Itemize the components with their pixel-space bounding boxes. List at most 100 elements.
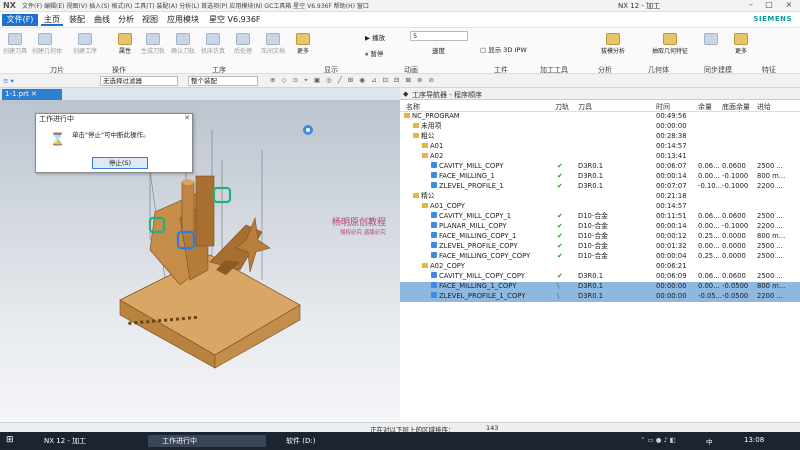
tree-row[interactable]: A02_COPY 00:06:21 [400, 262, 800, 272]
cell-floor: -0.1000 [722, 182, 749, 190]
pause-button[interactable]: ⏸ 暂停 [365, 48, 383, 59]
verify-toolpath-button[interactable]: 确认刀轨 [170, 31, 196, 63]
extract-features-button[interactable]: 抽取几何特征 [648, 31, 692, 63]
more-button[interactable]: 更多 [290, 31, 316, 63]
watermark-subtitle: 侵权必究 盗版必究 [340, 230, 386, 236]
cell-tool: D3R0.1 [578, 292, 604, 300]
collapse-icon[interactable]: ◆ [403, 90, 408, 98]
col-feed[interactable]: 进给 [757, 102, 771, 112]
tree-row[interactable]: A01 00:14:57 [400, 142, 800, 152]
col-time[interactable]: 时间 [656, 102, 670, 112]
close-icon[interactable]: × [782, 0, 796, 12]
create-operation-button[interactable]: 创建工序 [72, 31, 98, 63]
tab-curve[interactable]: 曲线 [91, 14, 113, 26]
operation-icon [431, 292, 437, 298]
operation-row[interactable]: FACE_MILLING_COPY_COPY ✔ D10-合金 00:00:04 0.2… [400, 252, 800, 262]
play-button[interactable]: ▶ 播放 [365, 32, 385, 42]
operation-icon [431, 172, 437, 178]
dialog-close-icon[interactable]: ✕ [184, 114, 190, 122]
row-name: FACE_MILLING_1_COPY [439, 282, 517, 290]
cell-stock: 0.06... [698, 162, 720, 170]
tree-row[interactable]: A02 00:13:41 [400, 152, 800, 162]
operation-row[interactable]: FACE_MILLING_COPY_1 ✔ D10-合金 00:00:12 0.25..… [400, 232, 800, 242]
tree-row[interactable]: NC_PROGRAM 00:49:56 [400, 112, 800, 122]
more-icon [296, 33, 310, 45]
create-tool-button[interactable]: 创建刀具 [2, 31, 28, 63]
cell-tool: D3R0.1 [578, 282, 604, 290]
row-name: NC_PROGRAM [412, 112, 460, 120]
sync-model-button[interactable] [698, 31, 724, 63]
col-tool[interactable]: 刀具 [578, 102, 592, 112]
taskbar-item-progress[interactable]: 工作进行中 [148, 435, 266, 447]
generate-toolpath-button[interactable]: 生成刀轨 [140, 31, 166, 63]
cell-time: 00:06:09 [656, 272, 687, 280]
row-name: 未用项 [421, 122, 442, 130]
cell-feed: 800 m... [757, 172, 786, 180]
cell-time: 00:49:56 [656, 112, 687, 120]
operation-row[interactable]: CAVITY_MILL_COPY_1 ✔ D10-合金 00:11:51 0.06...… [400, 212, 800, 222]
row-name: FACE_MILLING_COPY_COPY [439, 252, 531, 260]
cell-time: 00:11:51 [656, 212, 687, 220]
postprocess-button[interactable]: 后处理 [230, 31, 256, 63]
menu-icon[interactable]: ≡ ▾ [3, 77, 14, 85]
tree-row[interactable]: 未用项 00:00:00 [400, 122, 800, 132]
operation-row[interactable]: FACE_MILLING_1_COPY \ D3R0.1 00:00:00 0.00..… [400, 282, 800, 292]
stop-button[interactable]: 停止(S) [92, 157, 148, 169]
operation-icon [431, 242, 437, 248]
row-name: PLANAR_MILL_COPY [439, 222, 507, 230]
operation-row[interactable]: ZLEVEL_PROFILE_1_COPY \ D3R0.1 00:00:00 -0.0… [400, 292, 800, 302]
col-name[interactable]: 名称 [406, 102, 420, 112]
cell-floor: 0.0600 [722, 212, 746, 220]
maximize-icon[interactable]: □ [762, 0, 776, 12]
dialog-title: 工作进行中 [36, 114, 192, 125]
minimize-icon[interactable]: – [744, 0, 758, 12]
quick-access-menu[interactable]: 文件(F) 编辑(E) 视图(V) 插入(S) 格式(R) 工具(T) 装配(A… [22, 1, 369, 10]
filter-dropdown[interactable]: 无选择过滤器 [100, 76, 178, 86]
tab-part-file[interactable]: 1-1.prt ✕ [2, 89, 62, 100]
tab-home[interactable]: 主页 [41, 14, 63, 26]
taskbar-item-drive[interactable]: 软件 (D:) [272, 435, 352, 447]
col-toolpath[interactable]: 刀轨 [555, 102, 569, 112]
cell-stock: 0.06... [698, 272, 720, 280]
snap-icons[interactable]: ⊕ ◇ ⊙ ⌖ ▣ ◎ ╱ ⊞ ◉ ⊿ ⊡ ⊟ ⊠ ⊛ ⊘ [270, 76, 436, 85]
tab-xingkong[interactable]: 星空 V6.936F [206, 14, 264, 26]
operation-row[interactable]: CAVITY_MILL_COPY_COPY ✔ D3R0.1 00:06:09 0.06… [400, 272, 800, 282]
create-geometry-button[interactable]: 创建几何体 [32, 31, 62, 63]
properties-button[interactable]: 属性 [112, 31, 138, 63]
assembly-dropdown[interactable]: 整个装配 [188, 76, 258, 86]
operation-row[interactable]: FACE_MILLING_1 ✔ D3R0.1 00:00:14 0.00... -0.1… [400, 172, 800, 182]
speed-input[interactable]: 5 [410, 31, 468, 41]
dialog-message: 单击"停止"可中断此操作。 [72, 131, 150, 139]
start-icon[interactable]: ⊞ [6, 435, 14, 445]
cell-time: 00:00:00 [656, 122, 687, 130]
show-3d-ipw-button[interactable]: ▢ 显示 3D IPW [480, 44, 527, 54]
col-stock[interactable]: 余量 [698, 102, 712, 112]
operation-row[interactable]: ZLEVEL_PROFILE_1 ✔ D3R0.1 00:07:07 -0.10... -… [400, 182, 800, 192]
file-menu-button[interactable]: 文件(F) [2, 14, 38, 26]
shop-doc-button[interactable]: 车间文档 [260, 31, 286, 63]
tab-analysis[interactable]: 分析 [115, 14, 137, 26]
taskbar-item-nx[interactable]: NX 12 - 加工 [30, 435, 136, 447]
operation-icon [431, 182, 437, 188]
tree-row[interactable]: 粗公 00:28:38 [400, 132, 800, 142]
operation-row[interactable]: CAVITY_MILL_COPY ✔ D3R0.1 00:06:07 0.06... 0.… [400, 162, 800, 172]
navigator-title: 工序导航器 - 程序顺序 [412, 91, 482, 99]
tray-icons[interactable]: ⌃ ▭ ● ♪ ◧ [640, 436, 676, 444]
ime-indicator[interactable]: 中 [706, 436, 713, 446]
more-features-button[interactable]: 更多 [728, 31, 754, 63]
operation-row[interactable]: PLANAR_MILL_COPY ✔ D10-合金 00:00:14 0.00... -0… [400, 222, 800, 232]
ribbon: 创建刀具 创建几何体 创建工序 属性 生成刀轨 确认刀轨 机床仿真 后处理 车间… [0, 28, 800, 74]
cell-chk: \ [557, 292, 560, 300]
cell-time: 00:01:32 [656, 242, 687, 250]
col-floor-stock[interactable]: 底面余量 [722, 102, 750, 112]
draft-analysis-button[interactable]: 拔模分析 [596, 31, 630, 63]
tab-application[interactable]: 应用模块 [164, 14, 202, 26]
machine-sim-button[interactable]: 机床仿真 [200, 31, 226, 63]
tree-row[interactable]: 精公 00:21:18 [400, 192, 800, 202]
tab-assembly[interactable]: 装配 [66, 14, 88, 26]
cell-stock: 0.00... [698, 242, 720, 250]
operation-tree[interactable]: NC_PROGRAM 00:49:56 未用项 00:00:00 粗公 00:28:38 A… [400, 112, 800, 422]
operation-row[interactable]: ZLEVEL_PROFILE_COPY ✔ D10-合金 00:01:32 0.00..… [400, 242, 800, 252]
tree-row[interactable]: A01_COPY 00:14:57 [400, 202, 800, 212]
tab-view[interactable]: 视图 [139, 14, 161, 26]
